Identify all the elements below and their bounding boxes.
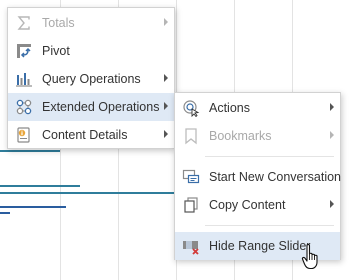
chart-bar[interactable] [0,206,66,208]
chevron-right-icon [330,200,334,208]
context-menu: Totals Pivot Query Operations Extended O… [7,7,175,149]
menu-item-bookmarks[interactable]: Bookmarks [175,122,340,150]
menu-item-label: Pivot [42,44,70,58]
sigma-icon [15,14,33,32]
menu-item-totals[interactable]: Totals [8,9,174,37]
chart-bar[interactable] [0,192,174,194]
menu-item-extended-operations[interactable]: Extended Operations [8,93,174,121]
hand-cursor-icon [301,244,318,270]
chart-bar[interactable] [0,150,60,152]
menu-item-label: Bookmarks [209,129,272,143]
chevron-right-icon [164,130,168,138]
menu-item-label: Query Operations [42,72,141,86]
chevron-right-icon [164,18,168,26]
menu-item-query-operations[interactable]: Query Operations [8,65,174,93]
actions-icon [182,99,200,117]
chevron-right-icon [164,102,168,110]
screen: Totals Pivot Query Operations Extended O… [0,0,350,280]
menu-item-content-details[interactable]: Content Details [8,121,174,149]
range-slider-icon [182,237,200,255]
menu-item-pivot[interactable]: Pivot [8,37,174,65]
copy-icon [182,196,200,214]
menu-divider [205,225,334,226]
menu-item-label: Actions [209,101,250,115]
chevron-right-icon [330,131,334,139]
chevron-right-icon [330,103,334,111]
extended-operations-submenu: Actions Bookmarks Start New Conversation… [174,92,341,260]
menu-item-label: Hide Range Slider [209,239,311,253]
chart-bar[interactable] [0,185,80,187]
menu-item-label: Extended Operations [42,100,160,114]
bookmark-icon [182,127,200,145]
menu-item-actions[interactable]: Actions [175,94,340,122]
menu-item-label: Copy Content [209,198,286,212]
chart-bar[interactable] [0,212,10,214]
menu-item-start-new-conversation[interactable]: Start New Conversation [175,163,342,191]
menu-divider [205,156,334,157]
menu-item-label: Content Details [42,128,128,142]
bar-chart-icon [15,70,33,88]
menu-item-label: Totals [42,16,75,30]
info-document-icon [15,126,33,144]
network-nodes-icon [15,98,33,116]
conversation-icon [182,168,200,186]
menu-item-label: Start New Conversation [209,170,342,184]
pivot-icon [15,42,33,60]
chevron-right-icon [164,74,168,82]
menu-item-copy-content[interactable]: Copy Content [175,191,340,219]
